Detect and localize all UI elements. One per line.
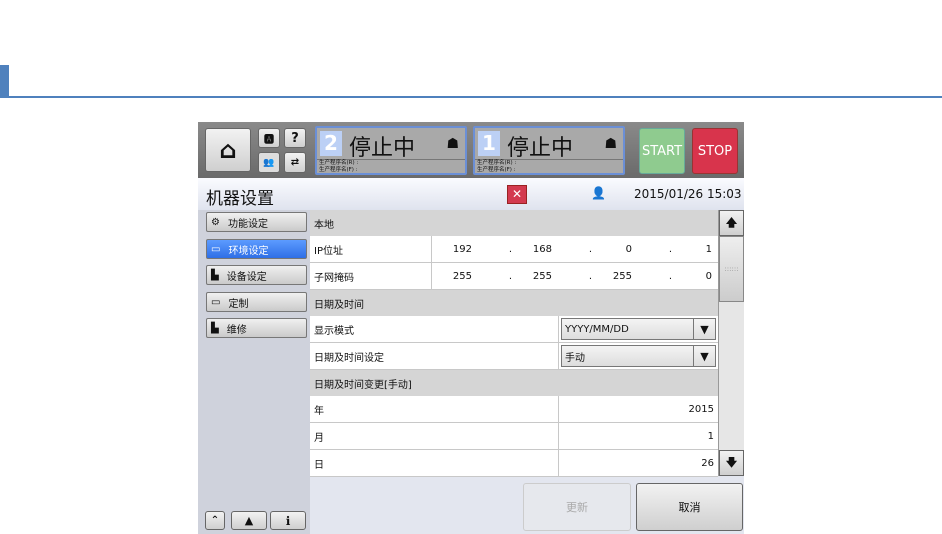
alarm-button[interactable]: ▲: [231, 511, 267, 530]
display-mode-value: YYYY/MM/DD: [565, 323, 629, 335]
cancel-button[interactable]: 取消: [636, 483, 743, 531]
home-icon: ⌂: [219, 136, 237, 164]
ip-octet[interactable]: 168: [512, 244, 552, 255]
status-text: 停止中: [507, 136, 574, 161]
year-value[interactable]: 2015: [559, 404, 718, 415]
section-datetime: 日期及时间: [310, 290, 718, 317]
mask-octet[interactable]: 255: [432, 271, 472, 282]
language-icon: 🅰: [264, 134, 274, 146]
year-label: 年: [310, 396, 559, 422]
month-value[interactable]: 1: [559, 431, 718, 442]
datetime-setting-value: 手动: [565, 352, 585, 364]
machine-number: 1: [478, 131, 500, 156]
datetime-setting-row: 日期及时间设定 手动 ▼: [310, 343, 718, 370]
language-button[interactable]: 🅰: [258, 128, 280, 148]
sidebar-item-custom[interactable]: ▭ 定制: [206, 292, 307, 312]
sidebar-item-environment[interactable]: ▭ 环境设定: [206, 239, 307, 259]
display-mode-select[interactable]: YYYY/MM/DD ▼: [561, 318, 716, 340]
day-label: 日: [310, 450, 559, 476]
month-row[interactable]: 月1: [310, 423, 718, 450]
info-icon: ℹ: [285, 513, 291, 528]
datetime-setting-label: 日期及时间设定: [310, 343, 559, 369]
ip-address-row[interactable]: IP位址 192. 168. 0. 1: [310, 236, 718, 263]
close-icon: ✕: [511, 187, 523, 201]
sidebar-item-function[interactable]: ⚙ 功能设定: [206, 212, 307, 232]
dropdown-arrow-icon: ▼: [693, 346, 715, 366]
stop-button[interactable]: STOP: [692, 128, 738, 174]
header-bar: ⌂ 🅰 ? 👥 ⇄ 2 停止中 ☗ 生产程序名(R) : 生产程序名(F) : 1…: [198, 122, 744, 178]
scroll-up-button[interactable]: 🡅: [719, 210, 744, 236]
network-icon: ⇄: [290, 157, 300, 168]
display-mode-row: 显示模式 YYYY/MM/DD ▼: [310, 316, 718, 343]
dropdown-arrow-icon: ▼: [693, 319, 715, 339]
page-divider: [0, 96, 942, 98]
user-button[interactable]: 👥: [258, 152, 280, 173]
section-datetime-change: 日期及时间变更[手动]: [310, 370, 718, 397]
scroll-down-button[interactable]: 🡇: [719, 450, 744, 476]
program-f: 生产程序名(F) :: [477, 167, 516, 173]
sidebar-item-device[interactable]: ▙ 设备设定: [206, 265, 307, 285]
device-icon: ▙: [211, 269, 219, 281]
function-icon: ⚙: [211, 216, 220, 228]
sidebar-item-maintenance[interactable]: ▙ 维修: [206, 318, 307, 338]
ip-label: IP位址: [310, 236, 432, 262]
collapse-button[interactable]: ⌃: [205, 511, 225, 530]
sidebar-item-label: 设备设定: [226, 271, 267, 283]
mask-octet[interactable]: 0: [672, 271, 712, 282]
maintenance-icon: ▙: [211, 322, 219, 334]
program-r: 生产程序名(R) :: [477, 160, 517, 166]
mask-octet[interactable]: 255: [512, 271, 552, 282]
network-button[interactable]: ⇄: [284, 152, 306, 173]
status-panel-2[interactable]: 2 停止中 ☗ 生产程序名(R) : 生产程序名(F) :: [315, 126, 467, 175]
users-icon: 👥: [263, 157, 275, 168]
hmi-panel: ⌂ 🅰 ? 👥 ⇄ 2 停止中 ☗ 生产程序名(R) : 生产程序名(F) : 1…: [198, 122, 744, 534]
warning-icon: ▲: [244, 514, 254, 527]
datetime: 2015/01/26 15:03: [634, 187, 742, 201]
close-button[interactable]: ✕: [507, 185, 527, 204]
program-f: 生产程序名(F) :: [319, 167, 358, 173]
update-button[interactable]: 更新: [523, 483, 631, 531]
day-value[interactable]: 26: [559, 458, 718, 469]
year-row[interactable]: 年 2015: [310, 396, 718, 423]
monitor-icon: ▭: [211, 243, 221, 255]
ip-octet[interactable]: 1: [672, 244, 712, 255]
arrow-up-icon: 🡅: [725, 215, 738, 229]
datetime-setting-select[interactable]: 手动 ▼: [561, 345, 716, 367]
mask-octet[interactable]: 255: [592, 271, 632, 282]
ip-octet[interactable]: 0: [592, 244, 632, 255]
title-bar: 机器设置 ✕ 👤 2015/01/26 15:03: [198, 178, 744, 210]
sidebar-item-label: 维修: [226, 324, 247, 336]
user-icon: 👤: [591, 186, 606, 200]
scrollbar[interactable]: 🡅 :::::: 🡇: [718, 210, 744, 476]
home-button[interactable]: ⌂: [205, 128, 251, 172]
program-icon: ☗: [604, 136, 617, 152]
start-button[interactable]: START: [639, 128, 685, 174]
help-button[interactable]: ?: [284, 128, 306, 148]
scroll-thumb[interactable]: ::::::: [719, 236, 744, 302]
machine-number: 2: [320, 131, 342, 156]
program-icon: ☗: [446, 136, 459, 152]
sidebar: ⚙ 功能设定 ▭ 环境设定 ▙ 设备设定 ▭ 定制 ▙ 维修 ⌃ ▲ ℹ: [198, 210, 310, 534]
status-text: 停止中: [349, 136, 416, 161]
page-title: 机器设置: [206, 189, 274, 209]
month-label: 月: [310, 423, 559, 449]
arrow-down-icon: 🡇: [725, 455, 738, 469]
double-chevron-up-icon: ⌃: [210, 515, 220, 526]
day-row[interactable]: 日 26: [310, 450, 718, 477]
custom-icon: ▭: [211, 296, 221, 308]
program-r: 生产程序名(R) :: [319, 160, 359, 166]
section-local: 本地: [310, 210, 718, 237]
sidebar-item-label: 环境设定: [228, 245, 269, 257]
display-mode-label: 显示模式: [310, 316, 559, 342]
subnet-mask-row[interactable]: 子网掩码 255. 255. 255. 0: [310, 263, 718, 290]
mask-label: 子网掩码: [310, 263, 432, 289]
status-panel-1[interactable]: 1 停止中 ☗ 生产程序名(R) : 生产程序名(F) :: [473, 126, 625, 175]
sidebar-item-label: 功能设定: [227, 218, 268, 230]
page-accent-bar: [0, 65, 9, 98]
ip-octet[interactable]: 192: [432, 244, 472, 255]
sidebar-item-label: 定制: [228, 298, 249, 310]
info-button[interactable]: ℹ: [270, 511, 306, 530]
